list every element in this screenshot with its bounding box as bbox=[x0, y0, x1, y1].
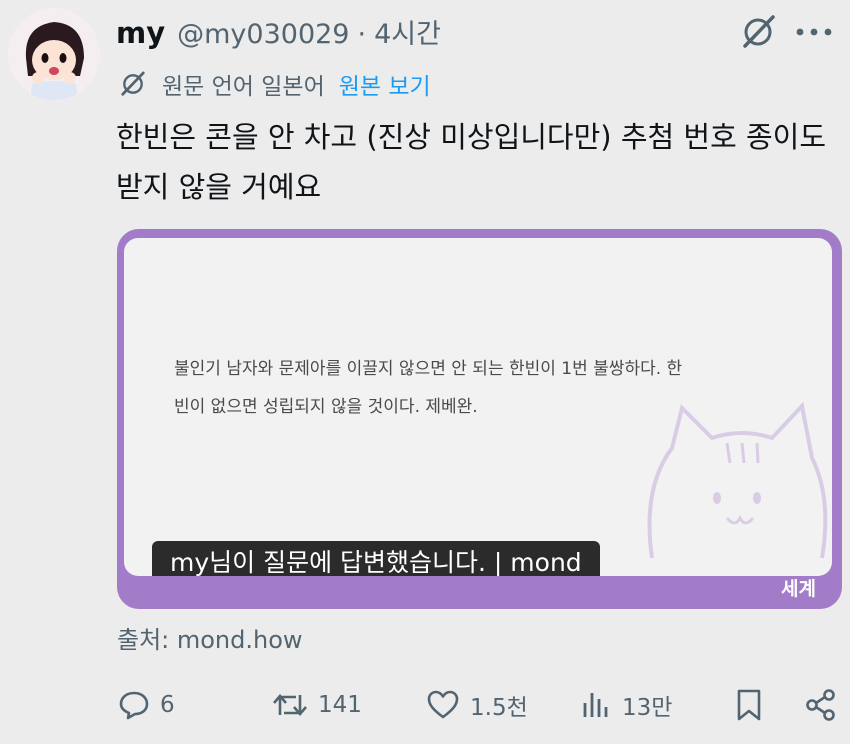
grok-icon[interactable] bbox=[738, 12, 778, 52]
action-bar: 6 141 1.5천 13만 bbox=[116, 680, 846, 730]
display-name[interactable]: my bbox=[116, 16, 165, 50]
share-icon bbox=[806, 689, 835, 721]
card-quote: 불인기 남자와 문제아를 이끌지 않으면 안 되는 한빈이 1번 불쌍하다. 한… bbox=[174, 359, 683, 417]
repost-button[interactable]: 141 bbox=[272, 680, 362, 730]
repost-icon bbox=[273, 694, 307, 716]
post-text: 한빈은 콘을 안 차고 (진상 미상입니다만) 추첨 번호 종이도 받지 않을 … bbox=[116, 120, 827, 204]
translate-icon bbox=[118, 69, 148, 99]
share-button[interactable] bbox=[804, 680, 838, 730]
media-card[interactable]: 불인기 남자와 문제아를 이끌지 않으면 안 되는 한빈이 1번 불쌍하다. 한… bbox=[117, 229, 842, 609]
separator-dot: · bbox=[357, 19, 367, 50]
heart-icon bbox=[427, 690, 459, 719]
bookmark-button[interactable] bbox=[734, 680, 764, 730]
source-link[interactable]: 출처: mond.how bbox=[117, 620, 303, 655]
translation-row: 원문 언어 일본어 원본 보기 bbox=[118, 66, 431, 102]
source-language: 원문 언어 일본어 bbox=[162, 74, 325, 100]
card-image: 불인기 남자와 문제아를 이끌지 않으면 안 되는 한빈이 1번 불쌍하다. 한… bbox=[124, 238, 832, 576]
reply-button[interactable]: 6 bbox=[118, 680, 175, 730]
more-options-icon[interactable] bbox=[794, 12, 834, 52]
bookmark-icon bbox=[737, 689, 761, 721]
post-time[interactable]: 4시간 bbox=[374, 12, 441, 51]
user-handle[interactable]: @my030029 bbox=[177, 19, 349, 50]
cat-doodle-icon bbox=[647, 401, 828, 559]
card-corner-label: 세계 bbox=[781, 578, 816, 600]
post-header: my @my030029 · 4시간 bbox=[116, 12, 441, 51]
reply-icon bbox=[119, 691, 149, 720]
reply-count: 6 bbox=[160, 692, 175, 718]
avatar[interactable] bbox=[8, 8, 100, 100]
views-button[interactable]: 13만 bbox=[580, 680, 672, 730]
card-caption: my님이 질문에 답변했습니다. | mond bbox=[152, 541, 600, 576]
view-count: 13만 bbox=[622, 695, 673, 721]
views-chart-icon bbox=[583, 693, 608, 717]
like-button[interactable]: 1.5천 bbox=[426, 680, 528, 730]
repost-count: 141 bbox=[318, 692, 362, 718]
avatar-cartoon-icon bbox=[8, 8, 100, 100]
view-original-link[interactable]: 원본 보기 bbox=[339, 67, 431, 101]
like-count: 1.5천 bbox=[470, 695, 528, 721]
